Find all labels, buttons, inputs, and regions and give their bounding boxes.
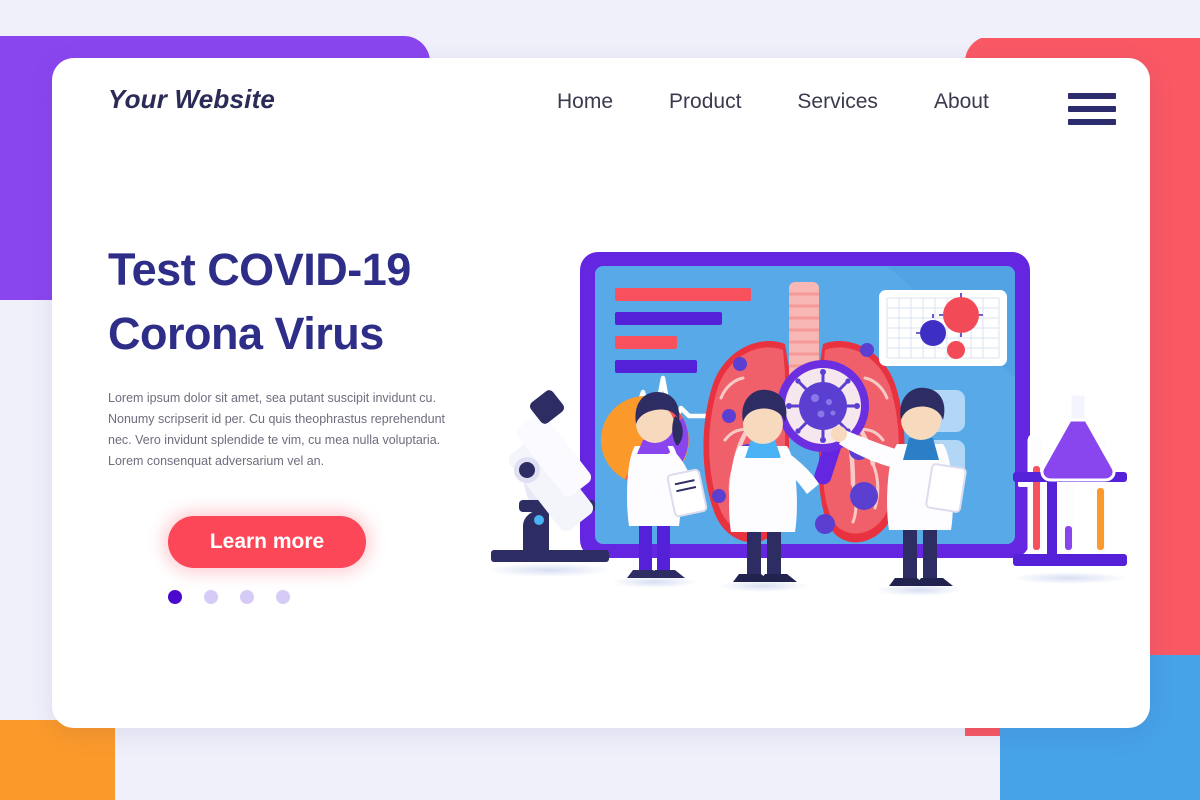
brand-logo[interactable]: Your Website — [108, 84, 275, 115]
hamburger-bar-1 — [1068, 93, 1116, 99]
carousel-dot-4[interactable] — [276, 589, 290, 604]
nav-item-about[interactable]: About — [934, 90, 989, 114]
covid-lab-testing-illustration — [467, 178, 1137, 628]
carousel-dot-2[interactable] — [204, 589, 218, 604]
main-navigation: Home Product Services About — [557, 90, 989, 114]
landing-card: Your Website Home Product Services About… — [52, 58, 1150, 728]
decor-mask-right — [960, 0, 1200, 38]
page-title: Test COVID-19 Corona Virus — [108, 238, 528, 366]
carousel-dot-1[interactable] — [168, 589, 182, 604]
carousel-dot-3[interactable] — [240, 589, 254, 604]
virus-grid-panel — [879, 290, 1007, 366]
hamburger-bar-3 — [1068, 119, 1116, 125]
hero-paragraph: Lorem ipsum dolor sit amet, sea putant s… — [108, 390, 445, 468]
page-title-line-2: Corona Virus — [108, 307, 384, 359]
nav-item-product[interactable]: Product — [669, 90, 741, 114]
hamburger-icon[interactable] — [1068, 93, 1116, 125]
site-header: Your Website Home Product Services About — [52, 58, 1150, 158]
page-title-line-1: Test COVID-19 — [108, 244, 411, 295]
hero-section: Test COVID-19 Corona Virus Lorem ipsum d… — [108, 238, 528, 604]
learn-more-button[interactable]: Learn more — [168, 515, 366, 568]
nav-item-services[interactable]: Services — [797, 90, 878, 114]
nav-item-home[interactable]: Home — [557, 90, 613, 114]
hamburger-bar-2 — [1068, 106, 1116, 112]
